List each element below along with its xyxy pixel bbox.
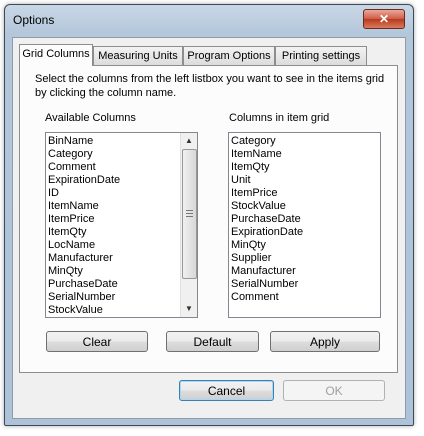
available-column-item[interactable]: ExpirationDate <box>46 174 180 187</box>
grip-line <box>186 213 193 214</box>
apply-button[interactable]: Apply <box>270 331 380 352</box>
available-column-item[interactable]: Comment <box>46 161 180 174</box>
clear-button[interactable]: Clear <box>46 331 148 352</box>
tab-printing-settings[interactable]: Printing settings <box>275 46 367 65</box>
selected-column-item[interactable]: ExpirationDate <box>229 226 380 239</box>
available-column-item[interactable]: StockValue <box>46 304 180 317</box>
selected-column-item[interactable]: StockValue <box>229 200 380 213</box>
selected-columns-listbox[interactable]: Category ItemName ItemQty Unit ItemPrice Stoc… <box>228 132 381 318</box>
available-column-item[interactable]: SerialNumber <box>46 291 180 304</box>
selected-column-item[interactable]: Supplier <box>229 252 380 265</box>
dialog-client: Grid Columns Measuring Units Program Opt… <box>12 37 406 419</box>
tab-grid-columns[interactable]: Grid Columns <box>19 44 93 66</box>
grip-line <box>186 216 193 217</box>
grip-line <box>186 210 193 211</box>
window-title: Options <box>13 13 55 27</box>
selected-column-item[interactable]: Manufacturer <box>229 265 380 278</box>
selected-column-item[interactable]: SerialNumber <box>229 278 380 291</box>
scroll-down-icon[interactable]: ▼ <box>181 301 197 317</box>
selected-columns-label: Columns in item grid <box>229 112 330 124</box>
available-column-item[interactable]: Manufacturer <box>46 252 180 265</box>
selected-column-item[interactable]: Unit <box>229 174 380 187</box>
options-window: Options ✕ Grid Columns Measuring Units P… <box>4 4 414 426</box>
tab-program-options[interactable]: Program Options <box>183 46 275 65</box>
close-icon: ✕ <box>378 12 390 26</box>
ok-button[interactable]: OK <box>283 380 385 401</box>
selected-column-item[interactable]: ItemName <box>229 148 380 161</box>
available-columns-label: Available Columns <box>45 112 136 124</box>
selected-column-item[interactable]: ItemQty <box>229 161 380 174</box>
available-column-item[interactable]: ItemPrice <box>46 213 180 226</box>
selected-column-item[interactable]: PurchaseDate <box>229 213 380 226</box>
scroll-up-icon[interactable]: ▲ <box>181 133 197 149</box>
available-column-item[interactable]: ItemQty <box>46 226 180 239</box>
available-column-item[interactable]: LocName <box>46 239 180 252</box>
available-column-item[interactable]: PurchaseDate <box>46 278 180 291</box>
available-scrollbar[interactable]: ▲ ▼ <box>180 133 197 317</box>
title-bar[interactable]: Options ✕ <box>5 5 413 35</box>
cancel-button[interactable]: Cancel <box>179 380 274 401</box>
available-columns-items: BinName Category Comment ExpirationDate ID It… <box>46 135 180 317</box>
selected-column-item[interactable]: Comment <box>229 291 380 304</box>
available-column-item[interactable]: MinQty <box>46 265 180 278</box>
instructions-text: Select the columns from the left listbox… <box>35 73 385 99</box>
scroll-thumb[interactable] <box>182 149 197 279</box>
available-column-item[interactable]: Category <box>46 148 180 161</box>
available-column-item[interactable]: BinName <box>46 135 180 148</box>
close-button[interactable]: ✕ <box>363 9 405 29</box>
selected-columns-items: Category ItemName ItemQty Unit ItemPrice Stoc… <box>229 135 380 304</box>
available-column-item[interactable]: ID <box>46 187 180 200</box>
selected-column-item[interactable]: Category <box>229 135 380 148</box>
selected-column-item[interactable]: MinQty <box>229 239 380 252</box>
tab-measuring-units[interactable]: Measuring Units <box>93 46 183 65</box>
available-column-item[interactable]: ItemName <box>46 200 180 213</box>
default-button[interactable]: Default <box>166 331 259 352</box>
available-columns-listbox[interactable]: BinName Category Comment ExpirationDate ID It… <box>45 132 198 318</box>
selected-column-item[interactable]: ItemPrice <box>229 187 380 200</box>
